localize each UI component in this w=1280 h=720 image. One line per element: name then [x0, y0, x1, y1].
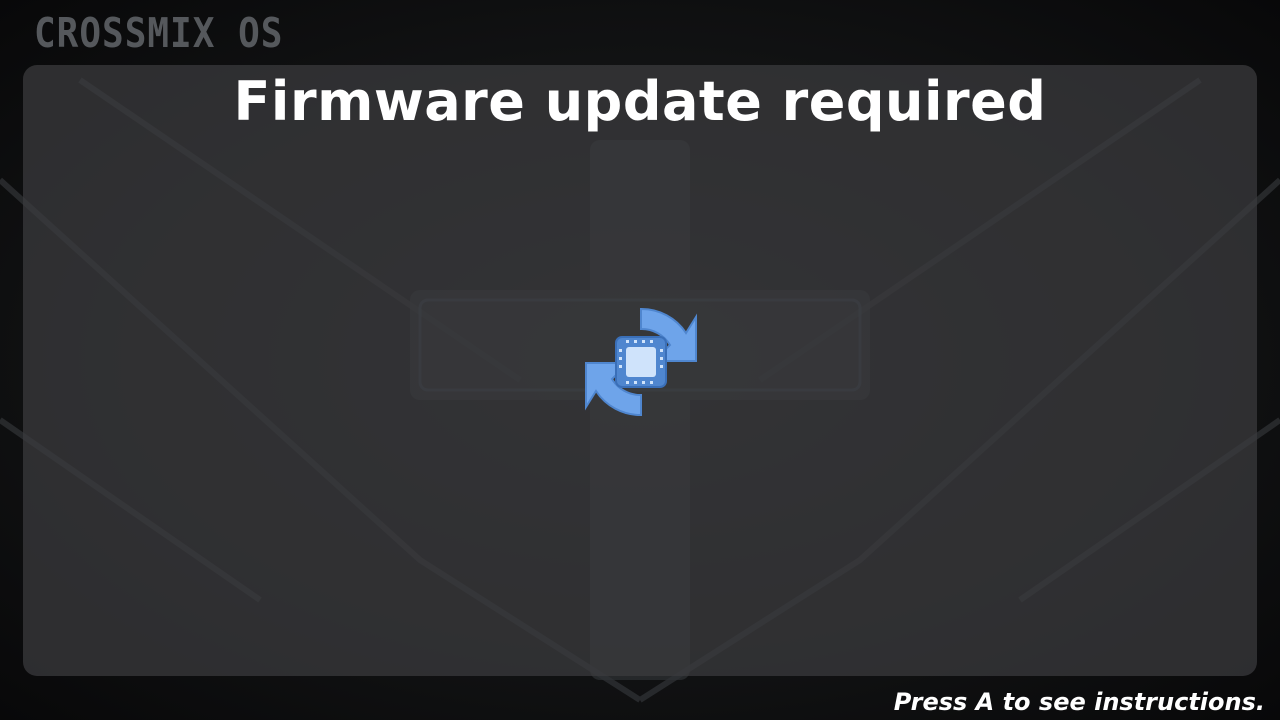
crossmix-logo: CROSSMIX OS	[34, 10, 284, 58]
page-title: Firmware update required	[233, 70, 1047, 133]
instructions-hint: Press A to see instructions.	[893, 688, 1265, 716]
firmware-update-screen: CROSSMIX OS Firmware update required Pre…	[0, 0, 1280, 720]
firmware-update-icon	[585, 307, 697, 417]
